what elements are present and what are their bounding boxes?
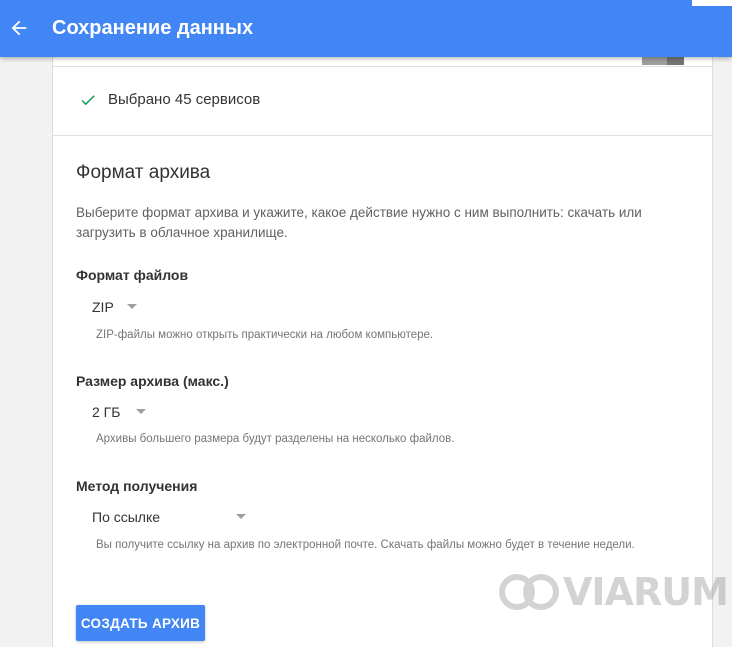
scroll-indicator (642, 57, 684, 65)
selected-services-row: Выбрано 45 сервисов (53, 67, 712, 136)
file-type-label: Формат файлов (76, 267, 189, 283)
app-bar: Сохранение данных (0, 0, 732, 57)
selected-services-count: Выбрано 45 сервисов (108, 91, 261, 108)
file-type-hint: ZIP-файлы можно открыть практически на л… (96, 329, 434, 341)
back-button[interactable] (4, 10, 34, 46)
page-title: Сохранение данных (52, 17, 254, 39)
watermark: VIARUM (497, 570, 729, 614)
delivery-method-label: Метод получения (76, 478, 198, 494)
chevron-down-icon (127, 304, 137, 309)
window-edge (692, 0, 732, 6)
archive-size-dropdown[interactable]: 2 ГБ (92, 400, 152, 424)
delivery-method-dropdown[interactable]: По ссылке (92, 505, 252, 529)
arrow-back-icon (11, 20, 27, 36)
archive-size-value: 2 ГБ (92, 404, 121, 420)
watermark-text: VIARUM (563, 570, 729, 614)
delivery-method-hint: Вы получите ссылку на архив по электронн… (96, 539, 635, 551)
chevron-down-icon (136, 409, 146, 414)
section-title: Формат архива (76, 162, 211, 183)
check-icon (81, 95, 95, 106)
archive-size-label: Размер архива (макс.) (76, 373, 229, 389)
delivery-method-value: По ссылке (92, 509, 161, 525)
viarum-logo-icon (499, 574, 559, 610)
archive-size-hint: Архивы большего размера будут разделены … (96, 433, 455, 445)
chevron-down-icon (236, 514, 246, 519)
file-type-dropdown[interactable]: ZIP (92, 295, 142, 319)
section-description: Выберите формат архива и укажите, какое … (76, 205, 642, 240)
settings-card: Выбрано 45 сервисов Формат архива Выбери… (52, 57, 713, 647)
file-type-value: ZIP (92, 299, 114, 315)
create-archive-button[interactable]: СОЗДАТЬ АРХИВ (76, 605, 205, 641)
